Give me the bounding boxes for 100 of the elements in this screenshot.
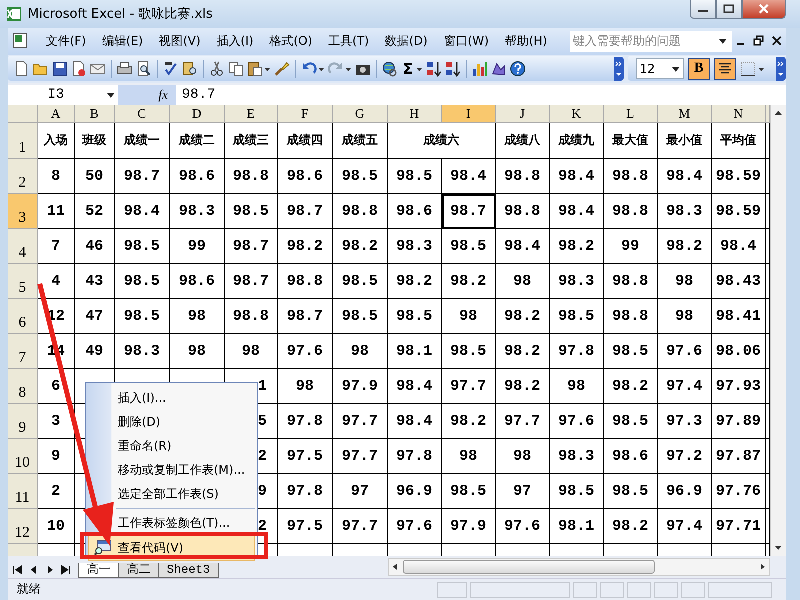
table-cell: 98.3 — [170, 194, 225, 230]
close-icon — [758, 4, 770, 14]
brush-icon[interactable] — [274, 60, 290, 77]
paste-icon[interactable] — [247, 60, 263, 77]
help-icon[interactable] — [510, 60, 526, 77]
column-header[interactable]: H — [388, 105, 442, 124]
spell-check-icon[interactable] — [163, 60, 179, 77]
row-header[interactable]: 10 — [8, 439, 38, 474]
row-header[interactable]: 1 — [8, 123, 38, 160]
magnifier-page-icon[interactable] — [136, 60, 152, 77]
table-cell: 99 — [604, 229, 658, 264]
undo-icon[interactable] — [301, 60, 317, 77]
new-document-icon[interactable] — [14, 60, 30, 77]
table-cell: 97.7 — [496, 404, 550, 440]
table-cell: 98.7 — [225, 229, 278, 264]
bar-chart-icon[interactable] — [472, 60, 488, 77]
row-header[interactable]: 7 — [8, 334, 38, 370]
book-search-icon[interactable] — [182, 60, 198, 77]
column-header[interactable]: D — [170, 105, 225, 124]
scroll-thumb[interactable] — [403, 560, 655, 574]
menu-item[interactable]: 数据(D) — [377, 32, 436, 50]
status-panel — [654, 582, 678, 598]
font-size-field[interactable]: 12 — [636, 58, 684, 80]
table-cell: 49 — [75, 334, 115, 370]
maximize-button[interactable] — [716, 0, 742, 19]
column-header[interactable]: C — [115, 105, 170, 124]
column-header[interactable]: M — [658, 105, 712, 124]
table-cell: 98.2 — [496, 299, 550, 334]
menu-item[interactable]: 编辑(E) — [94, 32, 152, 50]
row-header[interactable]: 4 — [8, 229, 38, 264]
row-header[interactable]: 11 — [8, 474, 38, 510]
row-header[interactable]: 8 — [8, 369, 38, 404]
table-cell: 98.7 — [442, 194, 496, 230]
sort-ascending-icon[interactable] — [426, 60, 442, 77]
column-header[interactable]: F — [278, 105, 333, 124]
horizontal-scrollbar[interactable] — [388, 558, 770, 576]
sheet-tab[interactable]: 高二 — [118, 563, 160, 578]
table-cell: 班级 — [75, 123, 115, 160]
table-cell: 97.6 — [278, 334, 333, 370]
document-lock-icon[interactable] — [71, 60, 87, 77]
menu-item[interactable]: 工具(T) — [320, 32, 378, 50]
sheet-tab[interactable]: Sheet3 — [158, 563, 220, 578]
menu-item[interactable]: 窗口(W) — [436, 32, 498, 50]
help-search-field[interactable]: 键入需要帮助的问题 — [570, 30, 732, 52]
sheet-tab[interactable]: 高一 — [78, 563, 120, 578]
row-header[interactable]: 9 — [8, 404, 38, 440]
sum-button[interactable]: Σ — [401, 60, 416, 78]
globe-link-icon[interactable] — [382, 60, 398, 77]
menu-item[interactable]: 帮助(H) — [497, 32, 556, 50]
restore-icon[interactable] — [753, 35, 765, 48]
minimize-button[interactable] — [690, 0, 716, 19]
column-header[interactable]: N — [712, 105, 766, 124]
drawing-icon[interactable] — [491, 60, 508, 77]
row-header[interactable]: 5 — [8, 264, 38, 300]
column-header[interactable]: G — [333, 105, 388, 124]
table-cell: 98.6 — [170, 264, 225, 300]
column-header[interactable]: E — [225, 105, 278, 124]
table-cell: 98.7 — [278, 194, 333, 230]
row-header[interactable]: 6 — [8, 299, 38, 334]
bold-button[interactable]: B — [688, 58, 710, 80]
table-cell: 98.5 — [388, 159, 442, 194]
table-cell: 47 — [75, 299, 115, 334]
table-cell: 98.5 — [333, 299, 388, 334]
toolbar-options-icon[interactable] — [776, 56, 786, 81]
sort-descending-icon[interactable] — [445, 60, 462, 77]
column-header[interactable]: A — [38, 105, 75, 124]
vertical-scrollbar[interactable] — [770, 105, 786, 556]
scissors-icon[interactable] — [209, 60, 225, 77]
function-button[interactable]: fx — [118, 84, 176, 106]
printer-icon[interactable] — [117, 60, 133, 77]
menu-item[interactable]: 插入(I) — [208, 32, 262, 50]
table-cell: 99 — [170, 229, 225, 264]
column-header[interactable]: K — [550, 105, 604, 124]
table-cell: 97.9 — [442, 509, 496, 544]
close-button[interactable] — [742, 0, 786, 19]
menu-item[interactable]: 文件(F) — [38, 32, 94, 50]
center-align-button[interactable] — [714, 58, 736, 80]
last-sheet-icon[interactable] — [60, 564, 72, 576]
table-cell: 98.2 — [604, 509, 658, 544]
menu-item[interactable]: 格式(O) — [262, 32, 321, 50]
table-cell: 98.4 — [442, 159, 496, 194]
close-icon[interactable] — [771, 35, 783, 48]
menu-item[interactable]: 视图(V) — [151, 32, 209, 50]
table-cell: 97.6 — [388, 509, 442, 544]
borders-icon[interactable] — [740, 60, 756, 77]
toolbar-options-icon[interactable] — [614, 56, 624, 81]
table-cell: 98.5 — [442, 229, 496, 264]
row-header[interactable]: 2 — [8, 159, 38, 194]
column-header[interactable]: L — [604, 105, 658, 124]
copy-icon[interactable] — [228, 60, 244, 77]
first-sheet-icon[interactable] — [12, 564, 24, 576]
column-header[interactable]: I — [442, 105, 496, 124]
row-header[interactable]: 12 — [8, 509, 38, 544]
formula-field[interactable]: 98.7 — [176, 86, 786, 103]
table-cell: 98.5 — [225, 194, 278, 230]
column-header[interactable]: B — [75, 105, 115, 124]
column-header[interactable]: J — [496, 105, 550, 124]
row-header[interactable]: 3 — [8, 194, 38, 230]
maximize-icon — [723, 4, 735, 14]
status-panel — [573, 582, 597, 598]
